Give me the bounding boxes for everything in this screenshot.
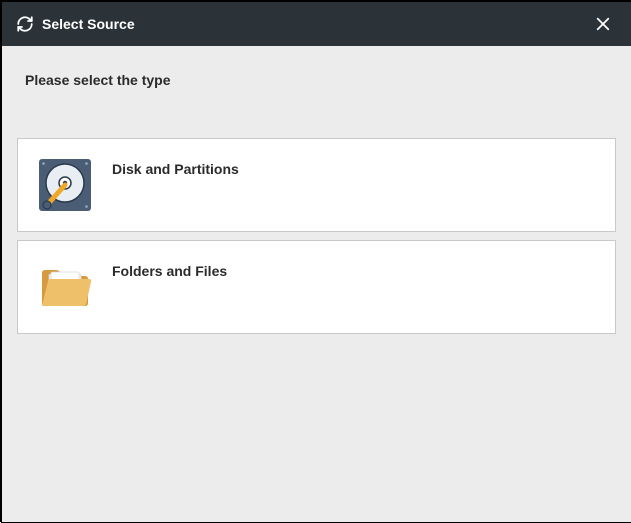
option-label: Folders and Files (112, 263, 227, 279)
option-label: Disk and Partitions (112, 161, 239, 177)
instruction-text: Please select the type (17, 46, 616, 98)
dialog-header: Select Source (2, 2, 631, 46)
option-disk-partitions[interactable]: Disk and Partitions (17, 138, 616, 232)
dialog-content: Please select the type (2, 46, 631, 522)
option-folders-files[interactable]: Folders and Files (17, 240, 616, 334)
option-list: Disk and Partitions Folders and Files (17, 138, 616, 334)
select-source-dialog: Select Source Please select the type (2, 2, 631, 522)
disk-icon (36, 156, 94, 214)
dialog-title: Select Source (42, 16, 589, 32)
close-button[interactable] (589, 10, 617, 38)
folder-icon (36, 258, 94, 316)
sync-icon (16, 15, 34, 33)
